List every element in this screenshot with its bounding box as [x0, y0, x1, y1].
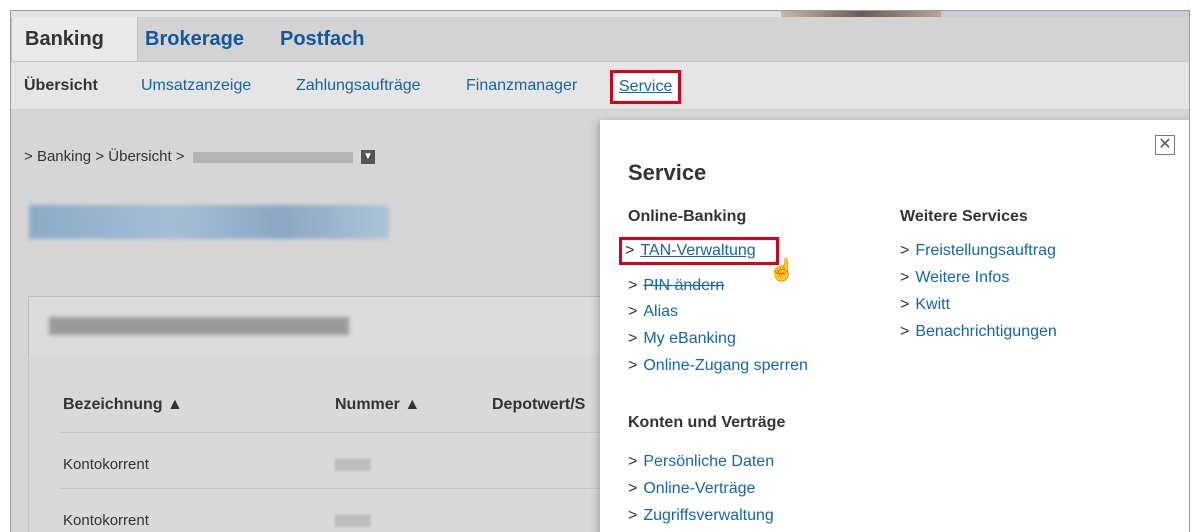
link-label: Weitere Infos [915, 269, 1010, 286]
link-online-vertraege[interactable]: > Online-Verträge [628, 480, 755, 498]
row-divider [59, 432, 629, 433]
breadcrumb-uebersicht[interactable]: Übersicht [108, 148, 171, 165]
breadcrumb-blurred-item [192, 151, 353, 163]
column-header-depotwert[interactable]: Depotwert/S [492, 396, 585, 414]
tab-zahlungsauftraege[interactable]: Zahlungsaufträge [296, 62, 421, 109]
link-pin-aendern[interactable]: > PIN ändern [628, 277, 724, 295]
account-holder-card [28, 296, 630, 358]
sort-icon[interactable]: ▲︎ [167, 396, 183, 413]
secondary-nav: Übersicht Umsatzanzeige Zahlungsaufträge… [11, 62, 1189, 110]
link-label: Freistellungsauftrag [915, 242, 1056, 259]
column-header-bezeichnung[interactable]: Bezeichnung ▲︎ [63, 396, 183, 414]
column-header-nummer[interactable]: Nummer ▲︎ [335, 396, 420, 414]
tab-banking[interactable]: Banking [11, 17, 138, 61]
chevron-right-icon: > [628, 303, 638, 320]
link-label: Kwitt [915, 296, 951, 313]
link-label: My eBanking [643, 330, 736, 347]
column-header-label: Bezeichnung [63, 396, 163, 413]
link-tan-verwaltung[interactable]: > TAN-Verwaltung [619, 237, 779, 265]
link-weitere-infos[interactable]: > Weitere Infos [900, 269, 1009, 287]
table-row-name: Kontokorrent [63, 512, 149, 529]
sort-icon[interactable]: ▲︎ [404, 396, 420, 413]
table-row-name: Kontokorrent [63, 456, 149, 473]
chevron-right-icon: > [175, 148, 185, 165]
tab-brokerage[interactable]: Brokerage [145, 17, 244, 61]
section-online-banking: Online-Banking [628, 208, 747, 225]
link-label: Benachrichtigungen [915, 323, 1057, 340]
breadcrumb: > Banking > Übersicht > ▼ [24, 148, 375, 165]
chevron-right-icon: > [625, 242, 635, 259]
chevron-down-icon[interactable]: ▼ [360, 150, 375, 165]
close-icon[interactable]: ✕ [1155, 135, 1175, 155]
link-persoenliche-daten[interactable]: > Persönliche Daten [628, 453, 774, 471]
chevron-right-icon: > [24, 148, 33, 165]
table-cell-blurred [335, 515, 371, 527]
account-holder-blurred [49, 317, 349, 335]
breadcrumb-banking[interactable]: Banking [37, 148, 91, 165]
chevron-right-icon: > [900, 269, 910, 286]
tab-uebersicht[interactable]: Übersicht [24, 62, 98, 109]
chevron-right-icon: > [900, 242, 910, 259]
column-header-label: Nummer [335, 396, 400, 413]
browser-frame: Banking Brokerage Postfach Übersicht Ums… [10, 10, 1190, 532]
chevron-right-icon: > [628, 507, 638, 524]
link-my-ebanking[interactable]: > My eBanking [628, 330, 736, 348]
chevron-right-icon: > [628, 480, 638, 497]
link-kwitt[interactable]: > Kwitt [900, 296, 950, 314]
chevron-right-icon: > [628, 277, 638, 294]
link-freistellungsauftrag[interactable]: > Freistellungsauftrag [900, 242, 1056, 260]
link-label: PIN ändern [643, 277, 725, 294]
table-cell-blurred [335, 459, 371, 471]
page-title-blurred [29, 205, 389, 239]
chevron-right-icon: > [95, 148, 105, 165]
link-label: Zugriffsverwaltung [643, 507, 774, 524]
chevron-right-icon: > [900, 296, 910, 313]
link-label: Online-Zugang sperren [643, 357, 808, 374]
link-label: Online-Verträge [643, 480, 756, 497]
chevron-right-icon: > [628, 330, 638, 347]
link-alias[interactable]: > Alias [628, 303, 678, 321]
link-label: Persönliche Daten [643, 453, 775, 470]
row-divider [59, 488, 629, 489]
link-online-zugang-sperren[interactable]: > Online-Zugang sperren [628, 357, 808, 375]
section-weitere-services: Weitere Services [900, 208, 1028, 225]
popup-title: Service [628, 160, 707, 185]
tab-umsatzanzeige[interactable]: Umsatzanzeige [141, 62, 251, 109]
tab-finanzmanager[interactable]: Finanzmanager [466, 62, 577, 109]
link-label: TAN-Verwaltung [640, 242, 756, 259]
section-konten-vertraege: Konten und Verträge [628, 414, 786, 431]
chevron-right-icon: > [628, 357, 638, 374]
link-zugriffsverwaltung[interactable]: > Zugriffsverwaltung [628, 507, 774, 525]
primary-nav: Banking Brokerage Postfach [11, 17, 1189, 62]
link-benachrichtigungen[interactable]: > Benachrichtigungen [900, 323, 1057, 341]
accounts-table: Bezeichnung ▲︎ Nummer ▲︎ Depotwert/S Kon… [28, 356, 629, 532]
chevron-right-icon: > [628, 453, 638, 470]
service-popup: ✕ Service Online-Banking > TAN-Verwaltung… [600, 120, 1189, 532]
link-label: Alias [643, 303, 679, 320]
tab-postfach[interactable]: Postfach [280, 17, 364, 61]
chevron-right-icon: > [900, 323, 910, 340]
tab-service[interactable]: Service [610, 70, 682, 104]
hand-pointer-icon: ☝ [768, 257, 796, 282]
